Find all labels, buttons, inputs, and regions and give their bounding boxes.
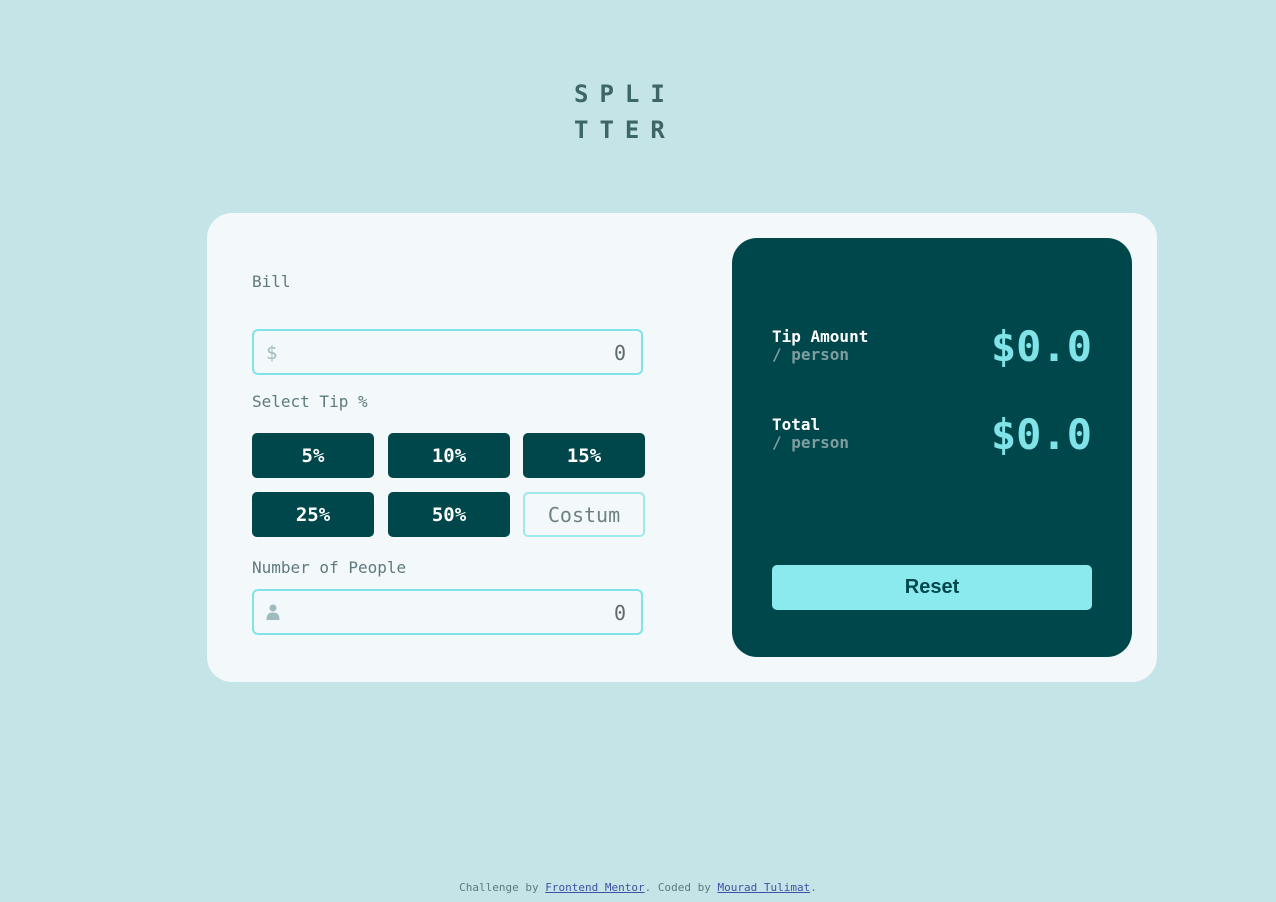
total-label: Total: [772, 415, 821, 434]
author-link[interactable]: Mourad Tulimat: [717, 881, 810, 894]
calculator-card: Bill $ 0 Select Tip % 5% 10% 15% 25% 50%…: [207, 213, 1157, 682]
logo-line-1: SPLI: [574, 80, 676, 108]
reset-button[interactable]: Reset: [772, 565, 1092, 610]
tip-5-button[interactable]: 5%: [252, 433, 374, 478]
custom-tip-input[interactable]: Costum: [523, 492, 645, 537]
tip-amount-value: $0.0: [990, 322, 1092, 371]
total-per-person: / person: [772, 433, 850, 452]
tip-15-button[interactable]: 15%: [523, 433, 645, 478]
tip-25-button[interactable]: 25%: [252, 492, 374, 537]
frontend-mentor-link[interactable]: Frontend Mentor: [545, 881, 644, 894]
tip-amount-per-person: / person: [772, 345, 850, 364]
select-tip-label: Select Tip %: [252, 392, 368, 411]
total-value: $0.0: [990, 410, 1092, 459]
people-value[interactable]: 0: [614, 601, 626, 625]
app-logo: SPLI TTER: [574, 76, 674, 148]
tip-amount-label: Tip Amount: [772, 327, 869, 346]
bill-value[interactable]: 0: [614, 341, 626, 365]
footer-suffix: .: [810, 881, 817, 894]
footer: Challenge by Frontend Mentor. Coded by M…: [0, 881, 1276, 894]
people-label: Number of People: [252, 558, 407, 577]
footer-middle: . Coded by: [644, 881, 718, 894]
tip-10-button[interactable]: 10%: [388, 433, 510, 478]
bill-input[interactable]: $ 0: [252, 329, 643, 375]
tip-50-button[interactable]: 50%: [388, 492, 510, 537]
results-panel: Tip Amount / person $0.0 Total / person …: [732, 238, 1132, 657]
dollar-icon: $: [266, 342, 278, 364]
footer-prefix: Challenge by: [459, 881, 546, 894]
person-icon: [266, 604, 280, 620]
people-input[interactable]: 0: [252, 589, 643, 635]
bill-label: Bill: [252, 272, 291, 291]
logo-line-2: TTER: [574, 116, 676, 144]
